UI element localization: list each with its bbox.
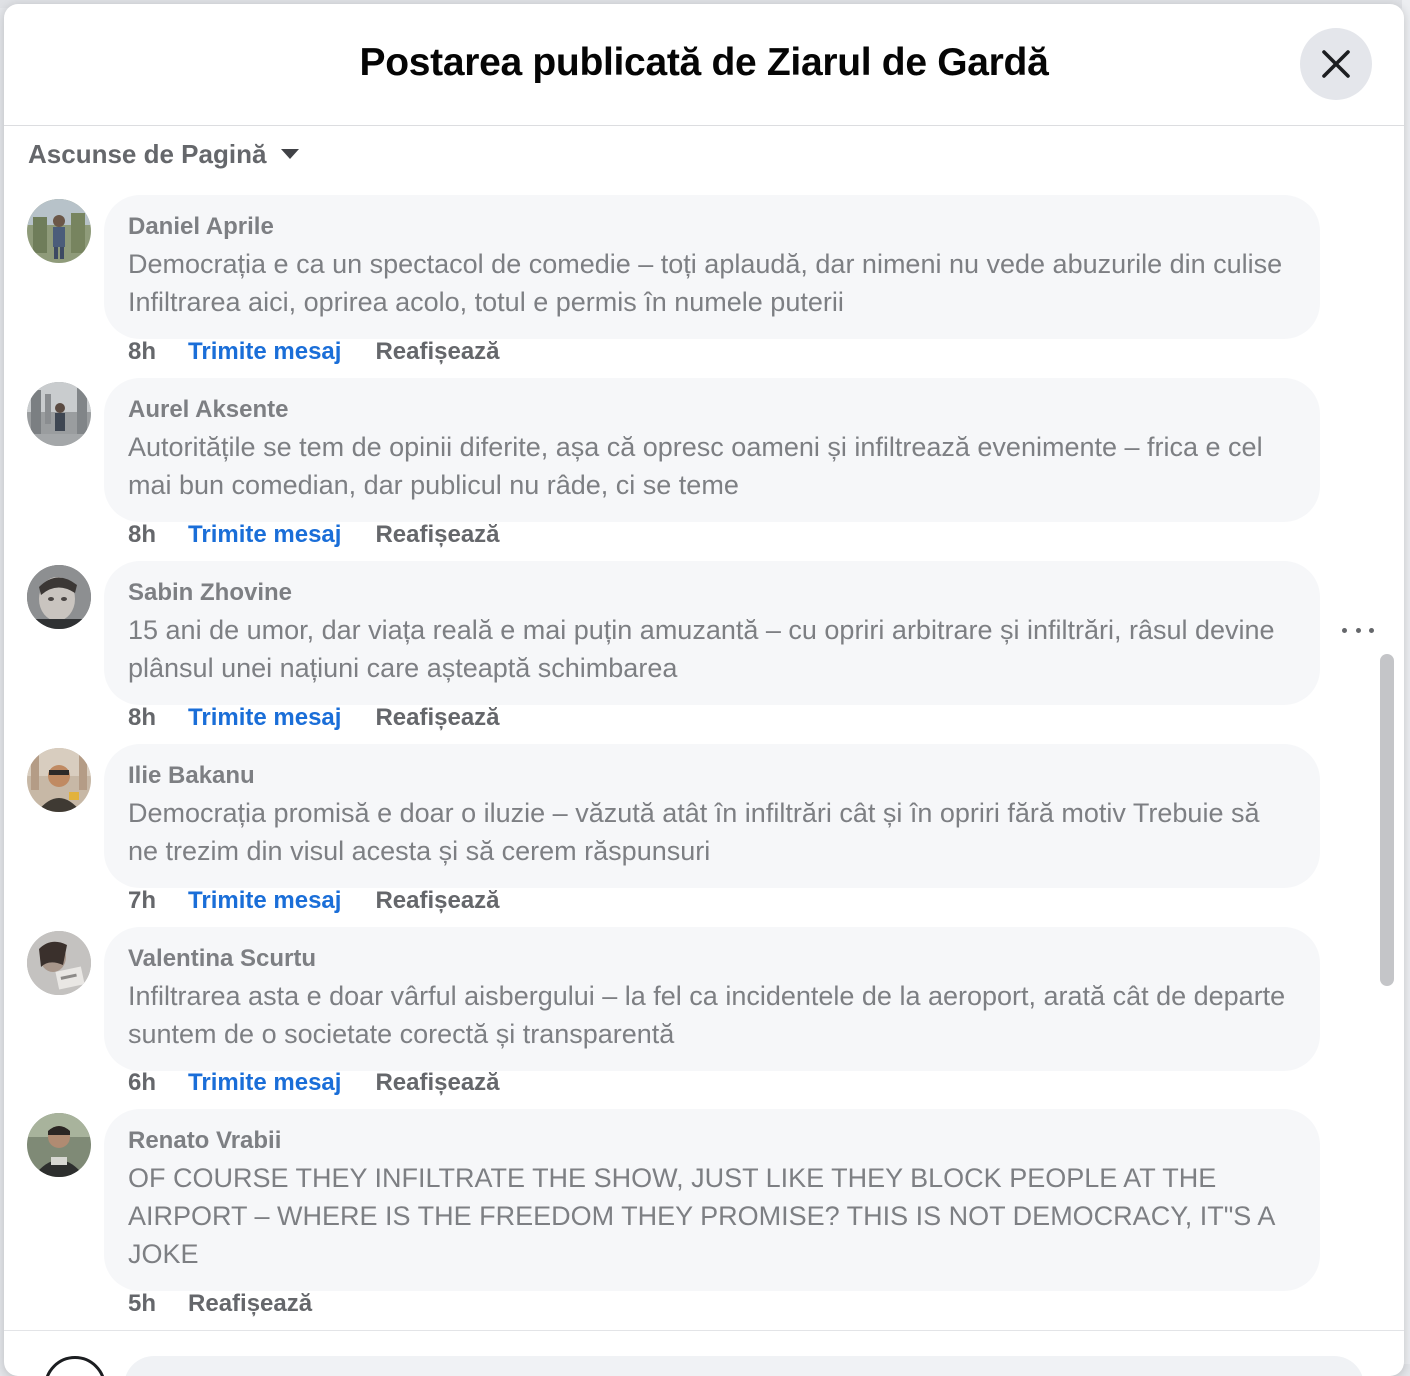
send-message-link[interactable]: Trimite mesaj (188, 1069, 341, 1097)
comment-filter-dropdown[interactable]: Ascunse de Pagină (28, 134, 300, 174)
comment-actions: 8h Trimite mesaj Reafișează (128, 518, 500, 552)
comment-timestamp[interactable]: 8h (128, 521, 156, 549)
comment-author[interactable]: Aurel Aksente (128, 395, 1296, 425)
comment-bubble: Renato Vrabii OF COURSE THEY INFILTRATE … (104, 1109, 1320, 1291)
comment-actions: 5h Reafișează (128, 1287, 312, 1321)
close-icon (1322, 50, 1350, 78)
comment-bubble: Valentina Scurtu Infiltrarea asta e doar… (104, 927, 1320, 1071)
comment-bubble: Ilie Bakanu Democrația promisă e doar o … (104, 744, 1320, 888)
unhide-link[interactable]: Reafișează (188, 1290, 312, 1318)
comment-text: Infiltrarea asta e doar vârful aisbergul… (128, 981, 1286, 1049)
comment-text: Democrația promisă e doar o iluzie – văz… (128, 798, 1260, 866)
comment-composer-input[interactable] (124, 1356, 1364, 1376)
comment-bubble: Sabin Zhovine 15 ani de umor, dar viața … (104, 561, 1320, 705)
unhide-link[interactable]: Reafișează (375, 1069, 499, 1097)
unhide-link[interactable]: Reafișează (375, 887, 499, 915)
comment-text: 15 ani de umor, dar viața reală e mai pu… (128, 615, 1275, 683)
avatar[interactable] (27, 382, 91, 446)
comment-author[interactable]: Daniel Aprile (128, 212, 1296, 242)
comment-bubble: Aurel Aksente Autoritățile se tem de opi… (104, 378, 1320, 522)
scrollbar-thumb[interactable] (1380, 654, 1394, 986)
comment-author[interactable]: Renato Vrabii (128, 1126, 1296, 1156)
avatar[interactable] (27, 565, 91, 629)
caret-down-icon (280, 148, 300, 160)
send-message-link[interactable]: Trimite mesaj (188, 887, 341, 915)
avatar[interactable] (27, 931, 91, 995)
comment-actions: 8h Trimite mesaj Reafișează (128, 701, 500, 735)
unhide-link[interactable]: Reafișează (375, 338, 499, 366)
comment-timestamp[interactable]: 8h (128, 704, 156, 732)
composer-divider (4, 1330, 1404, 1331)
avatar[interactable] (27, 1113, 91, 1177)
modal-title: Postarea publicată de Ziarul de Gardă (359, 41, 1049, 84)
comment-actions: 7h Trimite mesaj Reafișează (128, 884, 500, 918)
comment-author[interactable]: Ilie Bakanu (128, 761, 1296, 791)
comment-actions: 8h Trimite mesaj Reafișează (128, 335, 500, 369)
comment-actions: 6h Trimite mesaj Reafișează (128, 1066, 500, 1100)
comment-timestamp[interactable]: 7h (128, 887, 156, 915)
comment-text: Democrația e ca un spectacol de comedie … (128, 249, 1283, 317)
comment-text: OF COURSE THEY INFILTRATE THE SHOW, JUST… (128, 1163, 1274, 1269)
comment-text: Autoritățile se tem de opinii diferite, … (128, 432, 1263, 500)
post-modal: Postarea publicată de Ziarul de Gardă As… (4, 4, 1404, 1376)
comment-bubble: Daniel Aprile Democrația e ca un spectac… (104, 195, 1320, 339)
avatar[interactable] (27, 199, 91, 263)
comment-author[interactable]: Sabin Zhovine (128, 578, 1296, 608)
avatar[interactable] (27, 748, 91, 812)
send-message-link[interactable]: Trimite mesaj (188, 521, 341, 549)
composer-avatar (44, 1356, 106, 1376)
comment-timestamp[interactable]: 6h (128, 1069, 156, 1097)
more-options-icon[interactable] (1342, 620, 1374, 640)
send-message-link[interactable]: Trimite mesaj (188, 338, 341, 366)
modal-header: Postarea publicată de Ziarul de Gardă (4, 4, 1404, 126)
close-button[interactable] (1300, 28, 1372, 100)
filter-label: Ascunse de Pagină (28, 138, 267, 169)
comment-author[interactable]: Valentina Scurtu (128, 944, 1296, 974)
comment-timestamp[interactable]: 8h (128, 338, 156, 366)
comment-timestamp[interactable]: 5h (128, 1290, 156, 1318)
unhide-link[interactable]: Reafișează (375, 521, 499, 549)
unhide-link[interactable]: Reafișează (375, 704, 499, 732)
send-message-link[interactable]: Trimite mesaj (188, 704, 341, 732)
